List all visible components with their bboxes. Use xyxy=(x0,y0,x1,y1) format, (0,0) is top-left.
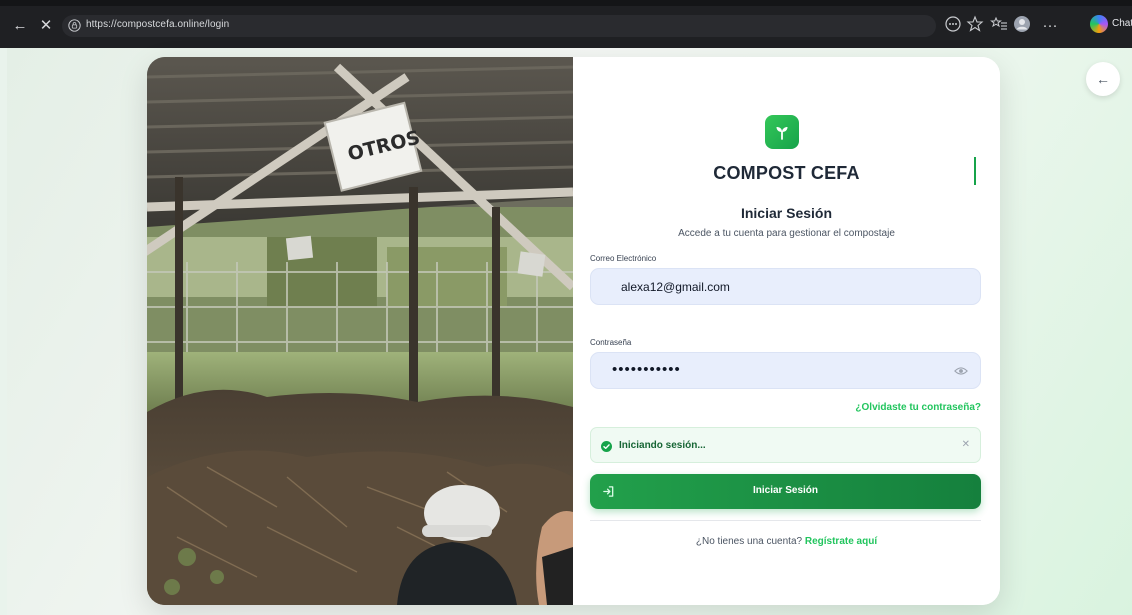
forgot-password-link[interactable]: ¿Olvidaste tu contraseña? xyxy=(855,402,981,413)
login-submit-button[interactable]: Iniciar Sesión xyxy=(590,474,981,509)
password-label: Contraseña xyxy=(590,338,632,347)
email-label: Correo Electrónico xyxy=(590,254,657,263)
text-caret xyxy=(974,157,976,185)
close-icon[interactable]: ✕ xyxy=(962,439,970,450)
email-value: alexa12@gmail.com xyxy=(621,280,730,294)
email-field[interactable]: alexa12@gmail.com xyxy=(590,268,981,305)
chat-label: Chat xyxy=(1112,18,1132,29)
reader-icon[interactable] xyxy=(944,15,962,33)
status-alert: Iniciando sesión... ✕ xyxy=(590,427,981,463)
register-link[interactable]: Regístrate aquí xyxy=(805,536,877,547)
password-value: ••••••••••• xyxy=(612,361,681,378)
lock-icon xyxy=(68,19,81,32)
login-subtitle: Accede a tu cuenta para gestionar el com… xyxy=(678,228,895,239)
password-field[interactable]: ••••••••••• xyxy=(590,352,981,389)
profile-avatar-icon[interactable] xyxy=(1013,15,1031,33)
register-prompt-text: ¿No tienes una cuenta? xyxy=(695,536,803,547)
copilot-chat-button[interactable]: Chat xyxy=(1088,14,1132,34)
arrow-left-icon: ← xyxy=(1096,71,1110,87)
copilot-icon xyxy=(1090,15,1108,33)
compost-photo: OTROS xyxy=(147,57,573,605)
favorites-list-icon[interactable] xyxy=(990,15,1008,33)
submit-label: Iniciar Sesión xyxy=(752,485,819,496)
url-text: https://compostcefa.online/login xyxy=(86,19,230,30)
brand-logo xyxy=(765,115,799,149)
sprout-icon xyxy=(776,127,788,140)
brand-name: COMPOST CEFA xyxy=(713,163,860,183)
register-prompt: ¿No tienes una cuenta? Regístrate aquí xyxy=(573,536,1000,547)
compost-scene-illustration: OTROS xyxy=(147,57,573,605)
login-title: Iniciar Sesión xyxy=(740,205,833,221)
address-bar[interactable]: https://compostcefa.online/login xyxy=(62,15,936,37)
login-form-panel: COMPOST CEFA Iniciar Sesión Accede a tu … xyxy=(573,57,1000,605)
favorite-star-icon[interactable] xyxy=(966,15,984,33)
divider xyxy=(590,520,981,521)
back-button[interactable]: ← xyxy=(1086,62,1120,96)
tab-strip xyxy=(0,0,1132,6)
eye-icon[interactable] xyxy=(954,365,968,377)
more-menu-icon[interactable]: ··· xyxy=(1040,18,1060,34)
check-circle-icon xyxy=(601,441,612,452)
login-card: OTROS COMPOST CEFA Iniciar Sesión Accede… xyxy=(147,57,1000,605)
back-nav-icon[interactable]: ← xyxy=(12,18,28,34)
browser-toolbar: ← ✕ https://compostcefa.online/login ···… xyxy=(0,0,1132,48)
status-message: Iniciando sesión... xyxy=(619,440,706,451)
stop-loading-icon[interactable]: ✕ xyxy=(38,18,54,34)
